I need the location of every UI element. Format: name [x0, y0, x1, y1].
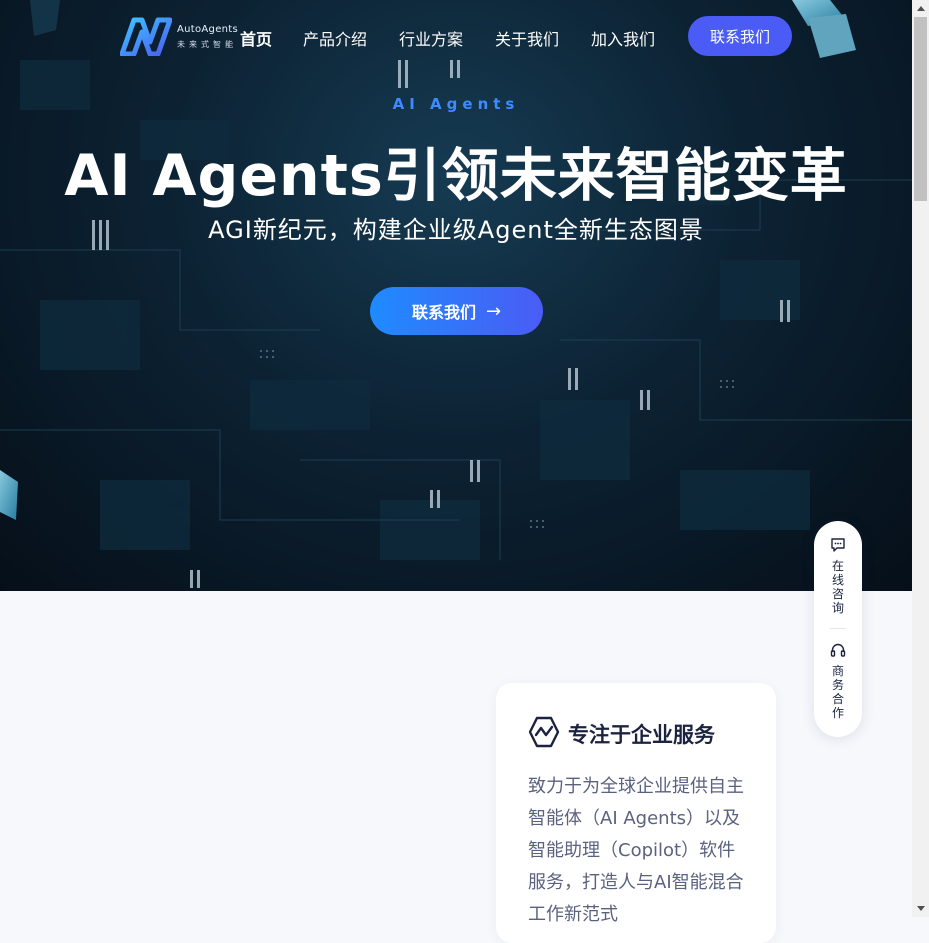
- hero-headline: AI Agents引领未来智能变革: [64, 143, 848, 209]
- nav-item-home[interactable]: 首页: [240, 26, 272, 50]
- arrow-right-icon: →: [485, 300, 502, 322]
- floating-contact-panel: 在线咨询 商务合作: [814, 521, 862, 737]
- hero-contact-label: 联系我们: [411, 303, 476, 322]
- brand-logo[interactable]: AutoAgents 未来式智能: [120, 14, 240, 58]
- hero-contact-button[interactable]: 联系我们 →: [370, 287, 543, 335]
- nav-item-join[interactable]: 加入我们: [591, 26, 655, 50]
- online-consult-label: 在线咨询: [831, 559, 844, 615]
- logo-mark-icon: [120, 17, 172, 56]
- card-title: 专注于企业服务: [568, 723, 715, 747]
- scroll-up-arrow-icon[interactable]: [912, 0, 929, 17]
- nav-contact-button[interactable]: 联系我们: [688, 16, 792, 56]
- logo-brand-text: AutoAgents: [177, 24, 239, 35]
- scroll-thumb[interactable]: [914, 17, 927, 201]
- scroll-down-arrow-icon[interactable]: [912, 900, 929, 917]
- business-cooperation-button[interactable]: 商务合作: [814, 642, 862, 720]
- nav-item-solutions[interactable]: 行业方案: [399, 26, 463, 50]
- panel-divider: [830, 628, 846, 629]
- business-cooperation-label: 商务合作: [831, 664, 844, 720]
- card-body: 致力于为全球企业提供自主智能体（AI Agents）以及智能助理（Copilot…: [528, 776, 744, 925]
- headset-icon: [830, 643, 846, 657]
- nav-item-products[interactable]: 产品介绍: [303, 26, 367, 50]
- hero-banner: AutoAgents 未来式智能 首页 产品介绍 行业方案 关于我们 加入我们 …: [0, 0, 912, 591]
- chat-bubble-icon: [831, 538, 845, 552]
- logo-tagline-text: 未来式智能: [177, 40, 237, 49]
- vertical-scrollbar[interactable]: [912, 0, 929, 917]
- top-nav: AutoAgents 未来式智能 首页 产品介绍 行业方案 关于我们 加入我们 …: [0, 0, 912, 72]
- chart-wave-icon: [528, 716, 560, 748]
- nav-item-about[interactable]: 关于我们: [495, 26, 559, 50]
- enterprise-service-card: 专注于企业服务 致力于为全球企业提供自主智能体（AI Agents）以及智能助理…: [496, 683, 776, 943]
- hero-subheadline: AGI新纪元，构建企业级Agent全新生态图景: [208, 216, 704, 244]
- hero-eyebrow: AI Agents: [392, 95, 520, 113]
- online-consult-button[interactable]: 在线咨询: [814, 537, 862, 615]
